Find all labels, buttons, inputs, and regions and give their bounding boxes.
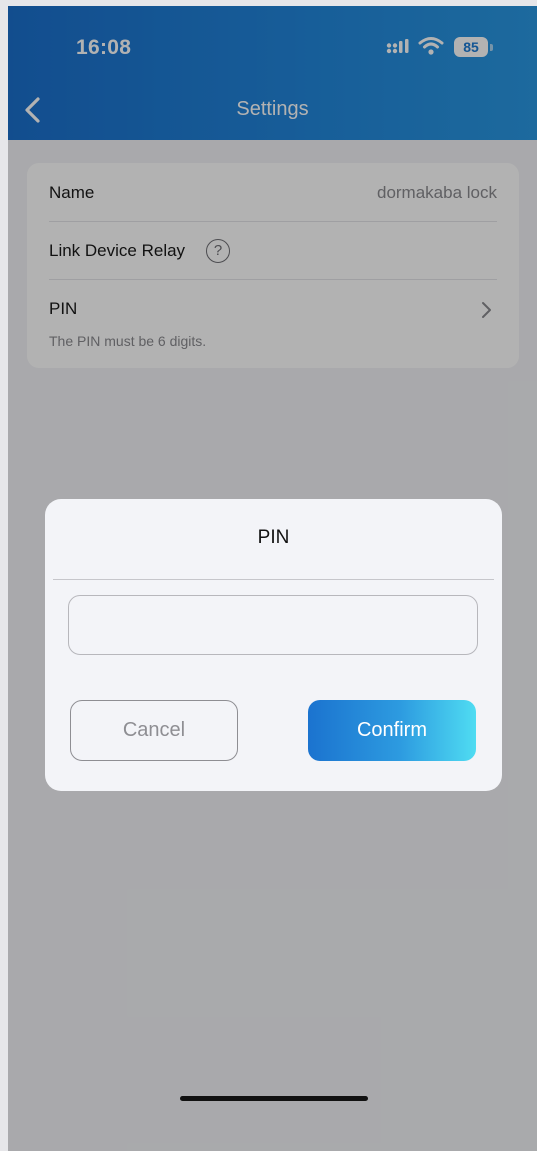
cancel-button[interactable]: Cancel <box>70 700 238 761</box>
dialog-divider <box>53 579 494 580</box>
phone-screen: 16:08 85 Settings Name dormakaba lock Li… <box>8 6 537 1151</box>
pin-input[interactable] <box>68 595 478 655</box>
confirm-button[interactable]: Confirm <box>308 700 476 761</box>
dialog-title: PIN <box>257 527 290 548</box>
home-indicator <box>180 1096 368 1101</box>
pin-dialog: PIN Cancel Confirm <box>45 499 502 791</box>
